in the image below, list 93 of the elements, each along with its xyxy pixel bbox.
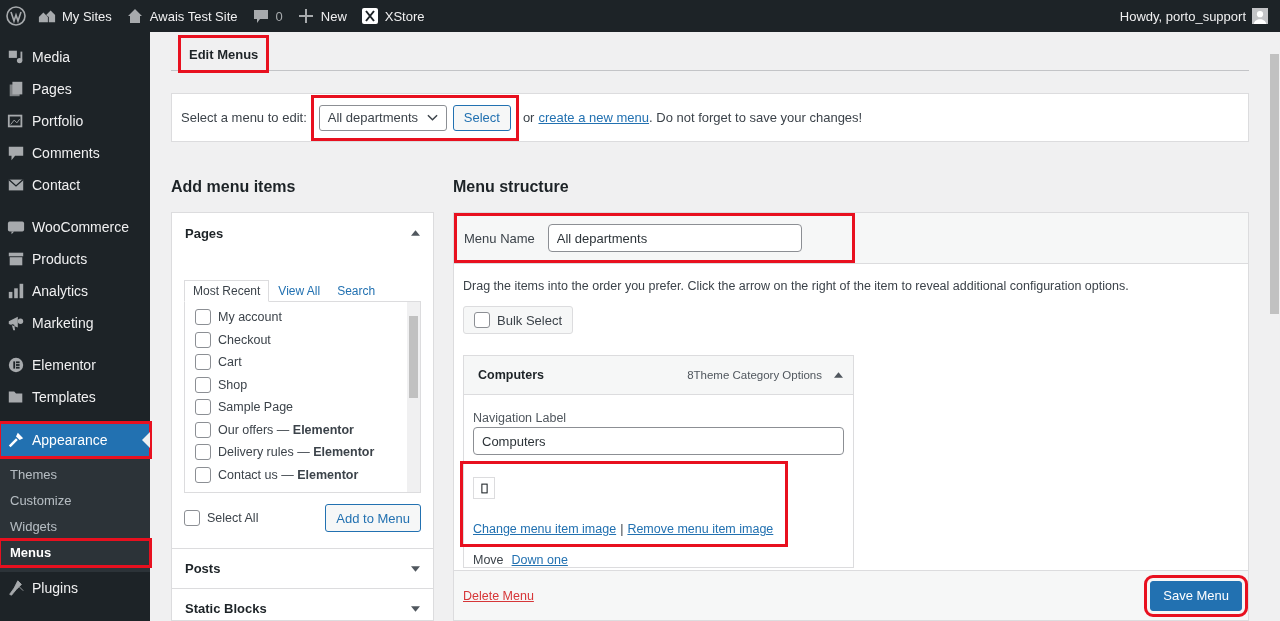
admin-bar-link[interactable]: XStore: [360, 8, 425, 24]
menu-structure-heading: Menu structure: [453, 178, 570, 197]
analytics-icon: [7, 282, 25, 300]
add-to-menu-button[interactable]: Add to Menu: [325, 504, 421, 532]
change-image-link[interactable]: Change menu item image: [473, 522, 617, 536]
sidebar-item[interactable]: Comments: [0, 137, 150, 169]
page-label: Checkout: [218, 332, 271, 347]
select-menu-label: Select a menu to edit:: [181, 110, 307, 125]
save-reminder-text: . Do not forget to save your changes!: [649, 110, 863, 125]
page-label: My account: [218, 310, 282, 325]
instructions-text: Drag the items into the order you prefer. Click the arrow on the right of the item to reveal additional configuration options.: [463, 279, 1130, 293]
submenu-item[interactable]: Themes: [0, 462, 150, 488]
sidebar-item[interactable]: Appearance: [0, 423, 150, 457]
checkbox[interactable]: [195, 466, 211, 483]
menu-item-header[interactable]: Computers 8Theme Category Options: [464, 356, 853, 395]
portfolio-icon: [7, 112, 25, 130]
list-tab[interactable]: Search: [329, 281, 384, 301]
sidebar-item[interactable]: Products: [0, 243, 150, 275]
pointer-notch-icon: [142, 432, 150, 448]
triangle-down-icon: [411, 605, 420, 612]
x-logo-icon: [360, 8, 379, 24]
checkbox[interactable]: [184, 510, 200, 526]
triangle-down-icon: [411, 565, 420, 572]
checkbox[interactable]: [195, 444, 211, 461]
sidebar-item[interactable]: Plugins: [0, 572, 150, 604]
add-menu-items-heading: Add menu items: [171, 178, 297, 197]
checkbox[interactable]: [195, 354, 211, 371]
menu-name-label: Menu Name: [464, 230, 535, 246]
bulk-select-button[interactable]: Bulk Select: [463, 306, 574, 334]
checkbox[interactable]: [195, 309, 211, 326]
checkbox[interactable]: [195, 331, 211, 348]
submenu-item[interactable]: Menus: [0, 540, 150, 566]
page-label: Delivery rules — Elementor: [218, 445, 375, 460]
houses-icon: [38, 8, 56, 24]
separator-text: |: [620, 522, 624, 536]
sidebar-item[interactable]: Templates: [0, 381, 150, 413]
triangle-up-icon: [411, 230, 420, 236]
checkbox[interactable]: [195, 376, 211, 393]
page-label: Our offers — Elementor: [218, 422, 354, 437]
page-label: Contact us — Elementor: [218, 467, 359, 482]
sidebar-item[interactable]: Analytics: [0, 275, 150, 307]
move-label: Move: [473, 553, 504, 567]
navigation-label: Navigation Label: [473, 411, 568, 425]
chevron-down-icon: [426, 113, 438, 122]
page-label: Shop: [218, 377, 248, 392]
item-type-label: 8Theme Category Options: [687, 369, 822, 381]
list-tab[interactable]: View All: [270, 281, 329, 301]
triangle-up-icon[interactable]: [834, 372, 843, 378]
checkbox[interactable]: [195, 399, 211, 416]
media-icon: [7, 48, 25, 66]
sidebar-item[interactable]: Pages: [0, 73, 150, 105]
plugins-icon: [7, 579, 25, 597]
admin-bar-link[interactable]: My Sites: [38, 8, 112, 24]
checkbox[interactable]: [195, 421, 211, 438]
submenu-item[interactable]: Widgets: [0, 514, 150, 540]
pages-icon: [7, 80, 25, 98]
create-menu-link[interactable]: create a new menu: [538, 110, 650, 125]
menu-name-field[interactable]: All departments: [547, 224, 802, 252]
submenu-item[interactable]: Customize: [0, 488, 150, 514]
scrollbar[interactable]: [407, 302, 420, 492]
admin-bar-link[interactable]: Awais Test Site: [125, 8, 238, 24]
products-icon: [7, 250, 25, 268]
sidebar-item[interactable]: Elementor: [0, 349, 150, 381]
marketing-icon: [7, 314, 25, 332]
avatar-icon[interactable]: [1252, 8, 1268, 24]
sidebar-item[interactable]: Marketing: [0, 307, 150, 339]
elementor-icon: [7, 356, 25, 374]
edit-menus-tab[interactable]: Edit Menus: [180, 37, 268, 71]
page-label: Cart: [218, 355, 242, 370]
sidebar-item[interactable]: Portfolio: [0, 105, 150, 137]
select-all-label: Select All: [207, 511, 259, 525]
delete-menu-link[interactable]: Delete Menu: [463, 588, 534, 603]
wordpress-logo-icon[interactable]: [6, 6, 26, 26]
account-link[interactable]: Howdy, porto_support: [1119, 8, 1246, 24]
appearance-icon: [7, 431, 25, 449]
or-text: or: [522, 110, 535, 125]
sidebar-item[interactable]: Media: [0, 41, 150, 73]
admin-bar-link[interactable]: New: [296, 8, 347, 24]
comment-icon: [251, 8, 270, 24]
navigation-label-field[interactable]: Computers: [473, 427, 844, 455]
sidebar-item[interactable]: WooCommerce: [0, 211, 150, 243]
select-button[interactable]: Select: [452, 104, 511, 131]
admin-bar-link[interactable]: 0: [251, 8, 283, 24]
comments-icon: [7, 144, 25, 162]
menu-dropdown[interactable]: All departments: [318, 104, 447, 131]
remove-image-link[interactable]: Remove menu item image: [627, 522, 774, 536]
menu-item-title: Computers: [478, 368, 544, 382]
plus-icon: [296, 8, 315, 24]
page-label: Sample Page: [218, 400, 294, 415]
list-tab[interactable]: Most Recent: [184, 280, 270, 302]
phone-icon: [480, 482, 488, 494]
sidebar-item[interactable]: Contact: [0, 169, 150, 201]
down-one-link[interactable]: Down one: [511, 553, 568, 567]
